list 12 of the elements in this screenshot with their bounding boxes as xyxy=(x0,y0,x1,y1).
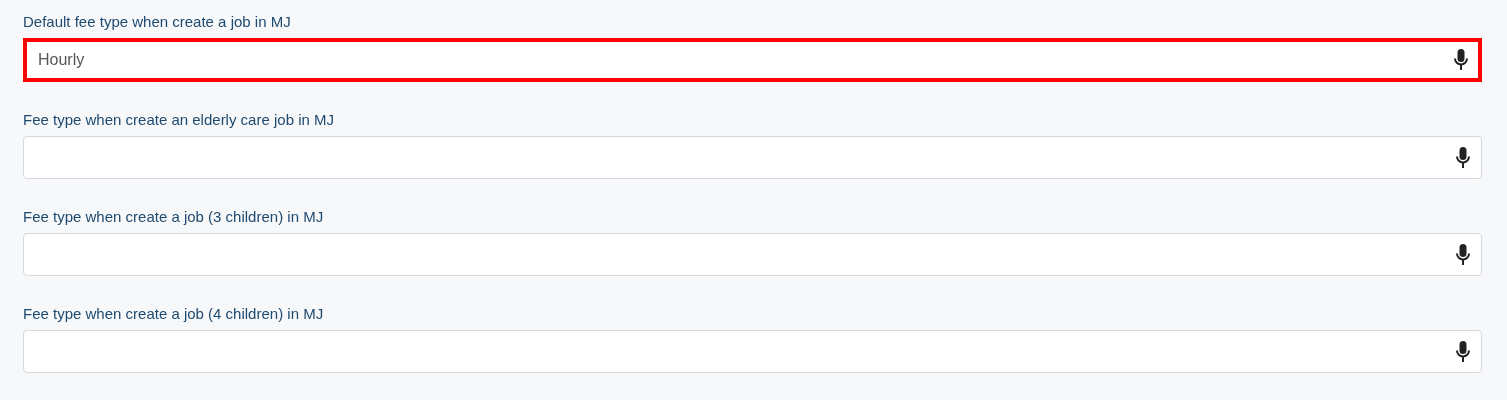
input-field[interactable]: Hourly xyxy=(23,38,1482,82)
microphone-icon[interactable] xyxy=(1456,146,1470,169)
microphone-icon[interactable] xyxy=(1456,243,1470,266)
input-field[interactable] xyxy=(23,233,1482,276)
field-label: Fee type when create an elderly care job in MJ xyxy=(23,110,335,130)
field-label: Default fee type when create a job in MJ xyxy=(23,12,292,32)
microphone-icon[interactable] xyxy=(1454,49,1468,71)
field-label: Fee type when create a job (3 children) in MJ xyxy=(23,207,325,227)
field-label: Fee type when create a job (4 children) in MJ xyxy=(23,304,325,324)
input-field[interactable] xyxy=(23,136,1482,179)
microphone-icon[interactable] xyxy=(1456,340,1470,363)
input-field[interactable] xyxy=(23,330,1482,373)
